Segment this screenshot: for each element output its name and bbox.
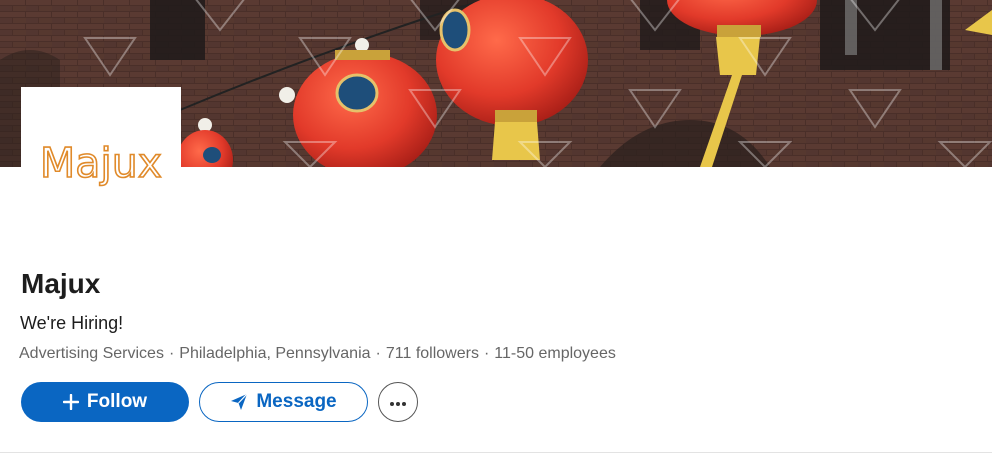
message-label: Message (256, 391, 337, 412)
logo-wordmark: Majux (39, 138, 163, 188)
company-logo[interactable]: Majux (21, 87, 181, 247)
more-options-button[interactable] (378, 382, 418, 422)
more-horizontal-icon (389, 395, 407, 410)
plus-icon (62, 394, 79, 410)
followers-text: 711 followers (385, 345, 479, 362)
section-divider (0, 452, 992, 453)
industry-text: Advertising Services (19, 345, 164, 362)
meta-separator: · (168, 345, 175, 362)
meta-separator: · (483, 345, 490, 362)
employees-link[interactable]: 11-50 employees (494, 345, 616, 362)
follow-label: Follow (86, 391, 148, 412)
company-meta: Advertising Services · Philadelphia, Penns… (19, 345, 616, 363)
company-name: Majux (21, 268, 101, 299)
company-page: Majux Majux We're Hiring! Advertising Se… (0, 0, 992, 467)
meta-separator: · (375, 345, 381, 362)
location-text: Philadelphia, Pennsylvania (179, 345, 371, 362)
company-tagline: We're Hiring! (20, 313, 124, 333)
message-button[interactable]: Message (199, 382, 368, 422)
follow-button[interactable]: Follow (21, 382, 189, 422)
send-icon (230, 393, 248, 411)
